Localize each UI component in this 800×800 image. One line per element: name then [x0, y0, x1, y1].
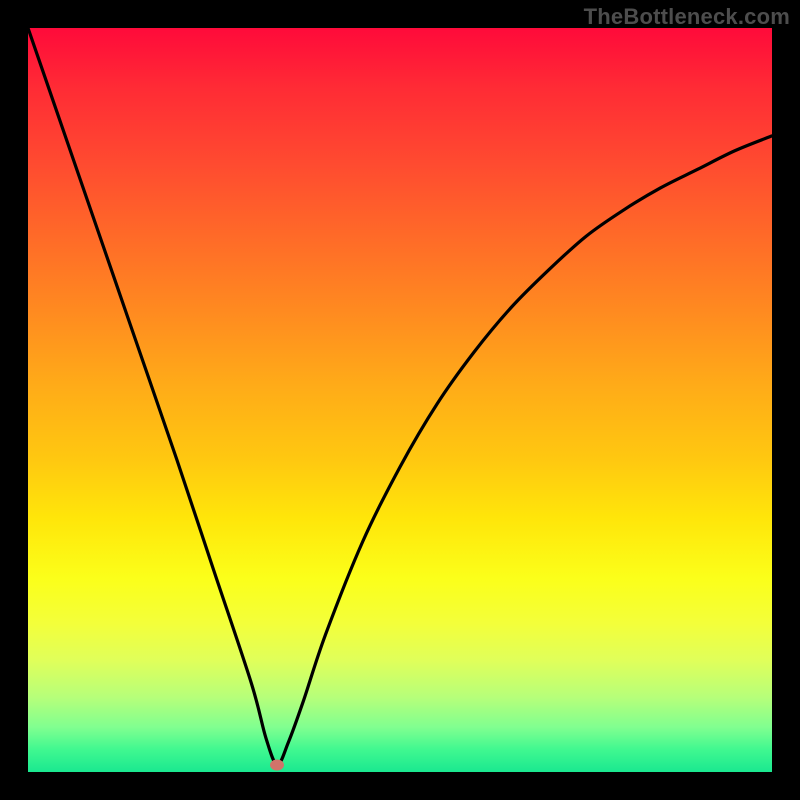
bottleneck-curve	[28, 28, 772, 772]
plot-area	[28, 28, 772, 772]
optimum-marker	[270, 759, 284, 770]
watermark-text: TheBottleneck.com	[584, 4, 790, 30]
chart-frame: TheBottleneck.com	[0, 0, 800, 800]
